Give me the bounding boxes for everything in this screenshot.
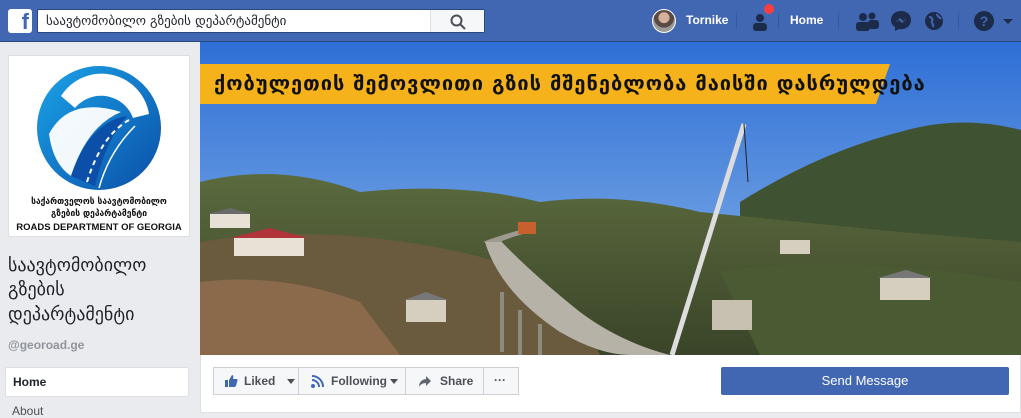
user-name[interactable]: Tornike [686,13,728,27]
thumbs-up-icon [225,375,238,387]
page-title-line[interactable]: გზების [8,278,196,302]
page-action-bar: Liked Following Share ··· Send Message [200,355,1021,413]
liked-label: Liked [244,374,276,388]
search-input-value[interactable]: საავტომობილო გზების დეპარტამენტი [46,14,286,29]
page-profile-picture[interactable]: საქართველოს საავტომობილო გზების დეპარტამ… [8,55,190,237]
sidebar-item-about[interactable]: About [12,404,43,418]
friend-requests-icon[interactable] [854,9,880,33]
account-menu-chevron-down-icon[interactable] [999,9,1017,33]
divider [838,13,839,29]
liked-button[interactable]: Liked [213,367,299,395]
share-label: Share [440,374,474,388]
share-arrow-icon [419,376,431,387]
following-label: Following [331,374,387,388]
divider [778,13,779,29]
svg-text:?: ? [980,13,989,29]
cover-photo[interactable]: ქობულეთის შემოვლითი გზის მშენებლობა მაის… [200,42,1021,355]
facebook-logo-icon[interactable]: f [8,9,32,34]
share-button[interactable]: Share [405,367,484,395]
rss-icon [311,375,324,388]
following-button[interactable]: Following [298,367,406,395]
search-icon [450,14,466,30]
page-title-line[interactable]: დეპარტამენტი [8,303,196,327]
chevron-down-icon [390,379,398,384]
notification-badge [764,4,774,14]
roads-department-logo: საქართველოს საავტომობილო გზების დეპარტამ… [16,66,182,233]
help-icon[interactable]: ? [971,9,997,33]
chevron-down-icon [287,379,295,384]
logo-text-line2: გზების დეპარტამენტი [51,208,147,219]
divider [958,13,959,29]
messenger-icon[interactable] [888,9,914,33]
divider [736,13,737,29]
more-options-button[interactable]: ··· [483,367,519,395]
sidebar-item-label: Home [13,375,47,389]
home-link[interactable]: Home [790,13,823,27]
logo-text-line3: ROADS DEPARTMENT OF GEORGIA [16,222,182,233]
page-title[interactable]: საავტომობილო გზების დეპარტამენტი [8,254,196,327]
search-input[interactable]: საავტომობილო გზების დეპარტამენტი [37,9,485,33]
send-message-button[interactable]: Send Message [721,367,1009,395]
sidebar-item-home[interactable]: Home [5,367,189,397]
page-title-line[interactable]: საავტომობილო [8,254,196,278]
avatar[interactable] [652,9,676,33]
more-options-icon: ··· [494,373,506,387]
cover-banner-text: ქობულეთის შემოვლითი გზის მშენებლობა მაის… [214,71,926,95]
page-username[interactable]: @georoad.ge [8,338,84,352]
top-navigation-bar: f საავტომობილო გზების დეპარტამენტი Torni… [0,0,1021,42]
search-button[interactable] [430,10,484,32]
logo-text-line1: საქართველოს საავტომობილო [31,196,167,207]
page-left-column: საქართველოს საავტომობილო გზების დეპარტამ… [0,42,200,418]
notifications-globe-icon[interactable] [921,9,947,33]
